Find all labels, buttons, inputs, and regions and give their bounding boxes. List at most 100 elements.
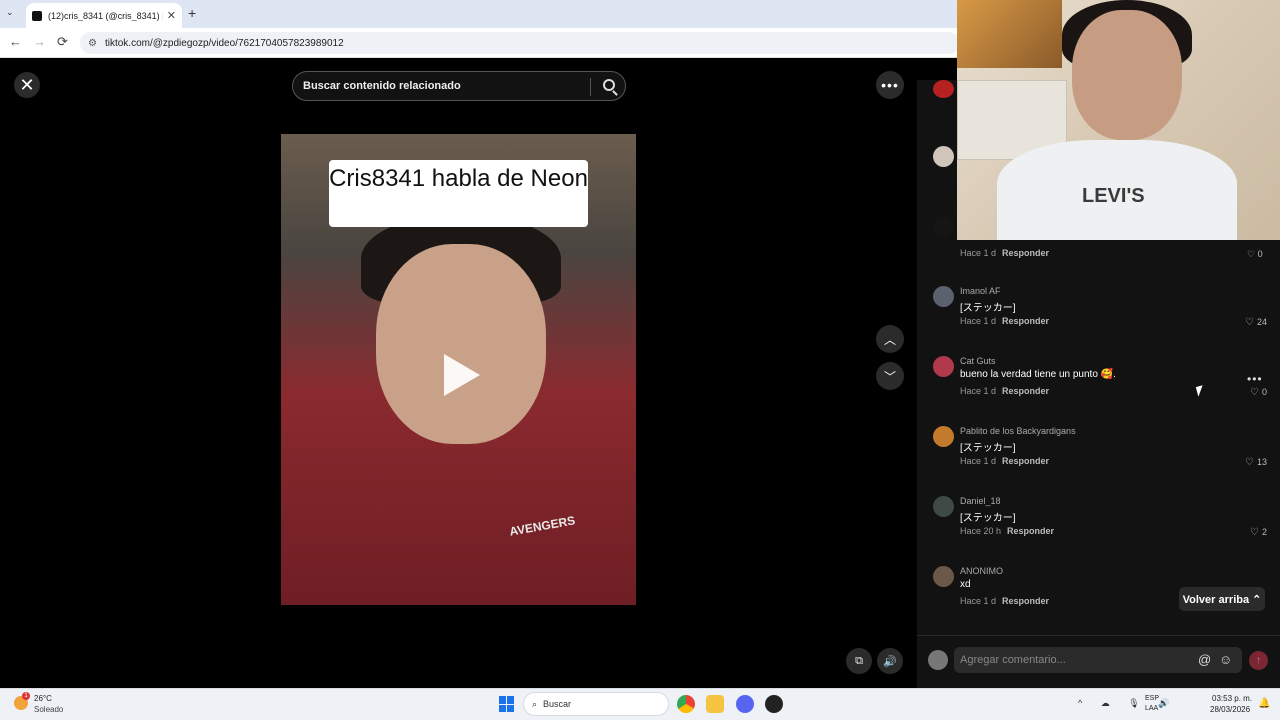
more-options-button[interactable]: ••• xyxy=(876,71,904,99)
volume-button[interactable]: 🔊 xyxy=(877,648,903,674)
video-subject-face xyxy=(376,244,546,444)
heart-icon[interactable]: ♡ xyxy=(1250,387,1259,398)
floating-player-button[interactable]: ⧉ xyxy=(846,648,872,674)
search-placeholder: Buscar contenido relacionado xyxy=(303,80,461,92)
wall-poster xyxy=(957,0,1062,68)
weather-temperature[interactable]: 26°C xyxy=(34,694,52,703)
clock-date[interactable]: 28/03/2026 xyxy=(1210,705,1250,714)
weather-badge: 1 xyxy=(22,692,30,700)
comment-meta: Hace 1 d Responder xyxy=(960,248,1049,258)
avatar[interactable] xyxy=(933,426,954,447)
send-comment-button[interactable]: ↑ xyxy=(1249,651,1268,670)
like-count[interactable]: ♡ 0 xyxy=(1247,249,1263,260)
heart-icon[interactable]: ♡ xyxy=(1247,249,1255,259)
comment-time: Hace 20 h xyxy=(960,526,1002,536)
file-explorer-icon[interactable] xyxy=(706,695,724,713)
taskbar-search-label: Buscar xyxy=(543,699,572,709)
shirt-logo: LEVI'S xyxy=(1082,185,1145,207)
url-text: tiktok.com/@zpdiegozp/video/762170405782… xyxy=(104,37,344,49)
back-to-top-button[interactable]: Volver arriba ⌃ xyxy=(1179,587,1265,611)
system-tray[interactable]: ^ ☁ 🎙 🔊 xyxy=(1078,698,1177,709)
reply-button[interactable]: Responder xyxy=(1002,386,1049,396)
reply-button[interactable]: Responder xyxy=(1002,596,1049,606)
emoji-icon[interactable]: ☺ xyxy=(1219,652,1232,667)
video-shirt-text: AVENGERS xyxy=(508,513,577,539)
comment-meta: Hace 1 d Responder xyxy=(960,596,1049,606)
comment-time: Hace 1 d xyxy=(960,596,997,606)
avatar[interactable] xyxy=(933,566,954,587)
tab-close-icon[interactable]: ✕ xyxy=(167,9,176,22)
comment-text: [ステッカー] xyxy=(960,443,1016,454)
comment-time: Hace 1 d xyxy=(960,316,997,326)
heart-icon[interactable]: ♡ xyxy=(1250,527,1259,538)
mention-icon[interactable]: @ xyxy=(1198,652,1211,667)
input-layout[interactable]: LAA xyxy=(1145,705,1158,712)
avatar[interactable] xyxy=(933,80,954,98)
browser-tab-tiktok[interactable]: (12)cris_8341 (@cris_8341) | Ti ✕ xyxy=(26,3,182,28)
notification-icon[interactable]: 🔔 xyxy=(1258,698,1270,709)
back-button[interactable]: ← xyxy=(9,34,22,49)
comment-username[interactable]: ANONIMO xyxy=(960,566,1003,576)
comment-item: Daniel_18 [ステッカー] Hace 20 h Responder ♡ 2 xyxy=(933,496,1273,556)
new-tab-button[interactable]: + xyxy=(188,5,196,21)
heart-icon[interactable]: ♡ xyxy=(1245,457,1254,468)
comment-text: xd xyxy=(960,579,971,590)
avatar[interactable] xyxy=(933,356,954,377)
taskbar-search[interactable]: ⌕ Buscar xyxy=(523,692,669,716)
comment-username[interactable]: Pablito de los Backyardigans xyxy=(960,426,1076,436)
comment-text: [ステッカー] xyxy=(960,303,1016,314)
start-button[interactable] xyxy=(499,696,515,712)
webcam-overlay: LEVI'S xyxy=(957,0,1280,240)
like-number: 13 xyxy=(1256,457,1267,467)
reply-button[interactable]: Responder xyxy=(1002,456,1049,466)
like-number: 24 xyxy=(1256,317,1267,327)
video-bottom-bar xyxy=(281,605,636,688)
close-video-button[interactable]: ✕ xyxy=(14,72,40,98)
discord-app-icon[interactable] xyxy=(736,695,754,713)
site-info-icon[interactable]: ⚙ xyxy=(88,38,97,49)
comment-username[interactable]: Cat Guts xyxy=(960,356,996,366)
previous-video-button[interactable]: ︿ xyxy=(876,325,904,353)
related-search-input[interactable]: Buscar contenido relacionado xyxy=(292,71,626,101)
comment-item: Cat Guts bueno la verdad tiene un punto … xyxy=(933,356,1273,416)
like-count[interactable]: ♡ 24 xyxy=(1245,317,1267,328)
tab-list-dropdown-icon[interactable]: ⌄ xyxy=(6,7,14,18)
weather-condition[interactable]: Soleado xyxy=(34,705,63,714)
comment-time: Hace 1 d xyxy=(960,456,997,466)
avatar[interactable] xyxy=(933,146,954,167)
avatar[interactable] xyxy=(933,496,954,517)
streamer-face xyxy=(1072,10,1182,140)
comment-text: [ステッカー] xyxy=(960,513,1016,524)
forward-button[interactable]: → xyxy=(33,34,46,49)
reply-button[interactable]: Responder xyxy=(1002,248,1049,258)
comment-item: Imanol AF [ステッカー] Hace 1 d Responder ♡ 24 xyxy=(933,286,1273,346)
avatar[interactable] xyxy=(933,286,954,307)
comment-meta: Hace 1 d Responder xyxy=(960,456,1049,466)
like-count[interactable]: ♡ 0 xyxy=(1250,387,1267,398)
like-number: 0 xyxy=(1261,387,1267,397)
chrome-app-icon[interactable] xyxy=(677,695,695,713)
steam-app-icon[interactable] xyxy=(765,695,783,713)
comment-time: Hace 1 d xyxy=(960,386,997,396)
like-count[interactable]: ♡ 2 xyxy=(1250,527,1267,538)
avatar[interactable] xyxy=(933,216,954,237)
comment-username[interactable]: Daniel_18 xyxy=(960,496,1001,506)
video-caption-overlay: Cris8341 habla de Neon xyxy=(329,160,588,227)
avatar[interactable] xyxy=(928,650,948,670)
comment-item: Pablito de los Backyardigans [ステッカー] Hac… xyxy=(933,426,1273,486)
next-video-button[interactable]: ﹀ xyxy=(876,362,904,390)
search-icon[interactable] xyxy=(603,79,615,91)
reply-button[interactable]: Responder xyxy=(1002,316,1049,326)
like-number: 0 xyxy=(1257,249,1263,259)
search-icon: ⌕ xyxy=(532,698,538,709)
url-field[interactable]: ⚙ tiktok.com/@zpdiegozp/video/7621704057… xyxy=(80,32,960,54)
reply-button[interactable]: Responder xyxy=(1007,526,1054,536)
comment-options-button[interactable]: ••• xyxy=(1247,372,1263,386)
input-language[interactable]: ESP xyxy=(1145,695,1159,702)
like-count[interactable]: ♡ 13 xyxy=(1245,457,1267,468)
heart-icon[interactable]: ♡ xyxy=(1245,317,1254,328)
play-icon[interactable] xyxy=(444,354,480,396)
clock-time[interactable]: 03:53 p. m. xyxy=(1212,694,1252,703)
reload-button[interactable]: ⟳ xyxy=(57,34,68,50)
comment-username[interactable]: Imanol AF xyxy=(960,286,1001,296)
